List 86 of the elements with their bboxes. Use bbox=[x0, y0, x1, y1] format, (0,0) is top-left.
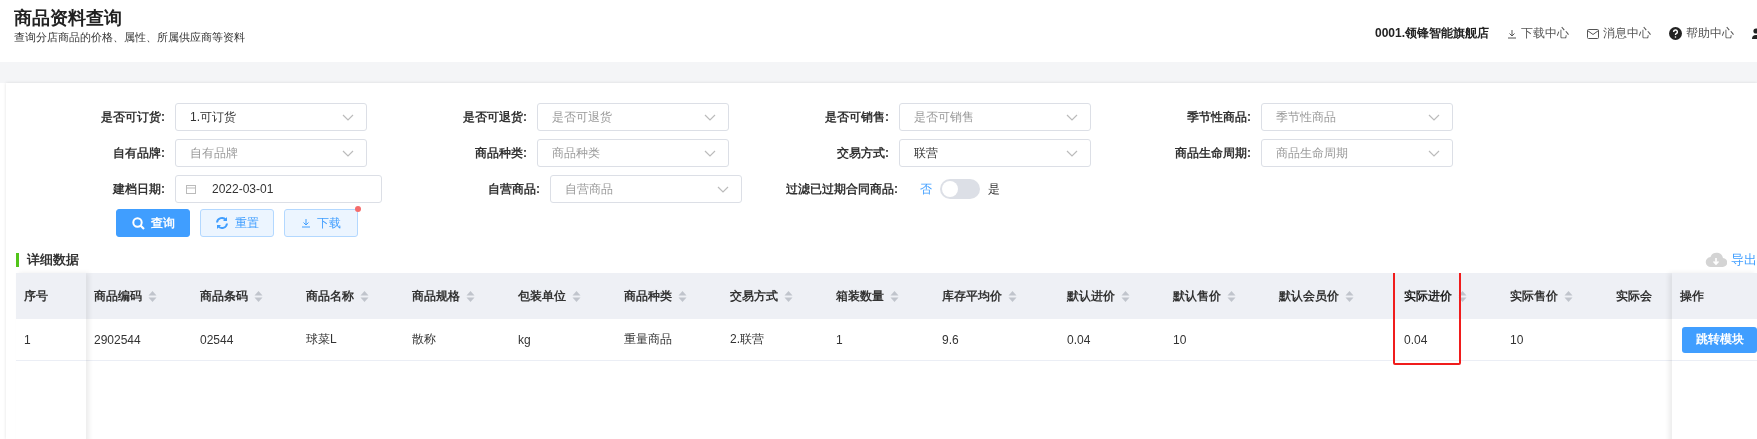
table-cell: 0.04 bbox=[1404, 332, 1428, 347]
filter-label: 过滤已过期合同商品: bbox=[785, 180, 898, 198]
cloud-download-icon bbox=[1705, 252, 1727, 268]
column-header[interactable]: 商品编码 bbox=[86, 273, 192, 319]
filter-label: 商品种类: bbox=[474, 144, 527, 162]
column-header[interactable]: 默认售价 bbox=[1165, 273, 1271, 319]
column-header[interactable]: 商品种类 bbox=[616, 273, 722, 319]
column-header[interactable]: 商品规格 bbox=[404, 273, 510, 319]
sort-icon bbox=[1227, 289, 1236, 303]
column-header[interactable]: 商品条码 bbox=[192, 273, 298, 319]
calendar-icon bbox=[186, 184, 196, 194]
table-cell: 球菜L bbox=[306, 331, 337, 348]
column-header: 序号 bbox=[16, 273, 86, 319]
download-icon bbox=[1507, 28, 1517, 39]
table-cell: 2902544 bbox=[94, 332, 141, 347]
chevron-down-icon bbox=[1066, 113, 1078, 121]
switch-label: 是 bbox=[988, 180, 1000, 198]
download-icon bbox=[301, 218, 311, 228]
table-cell: 1 bbox=[836, 332, 843, 347]
filter-label: 是否可销售: bbox=[824, 108, 889, 126]
chevron-down-icon bbox=[1428, 149, 1440, 157]
mail-icon bbox=[1587, 28, 1599, 39]
filter-label: 交易方式: bbox=[836, 144, 889, 162]
chevron-down-icon bbox=[717, 185, 729, 193]
table-cell: kg bbox=[518, 332, 531, 347]
chevron-down-icon bbox=[1066, 149, 1078, 157]
column-header[interactable]: 箱装数量 bbox=[828, 273, 934, 319]
store-name: 0001.领锋智能旗舰店 bbox=[1374, 25, 1489, 42]
table-cell: 散称 bbox=[412, 331, 436, 348]
date-field[interactable]: 2022-03-01 bbox=[175, 175, 382, 203]
column-header[interactable]: 库存平均价 bbox=[934, 273, 1059, 319]
sort-icon bbox=[360, 289, 369, 303]
column-header[interactable]: 默认会员价 bbox=[1271, 273, 1396, 319]
select-field[interactable]: 联营 bbox=[899, 139, 1091, 167]
header-link[interactable]: 下载中心 bbox=[1507, 25, 1569, 42]
table-cell: 2.联营 bbox=[730, 331, 764, 348]
filter-label: 自有品牌: bbox=[112, 144, 165, 162]
sort-icon bbox=[1345, 289, 1354, 303]
page-title: 商品资料查询 bbox=[14, 7, 123, 29]
sort-icon bbox=[678, 289, 687, 303]
filter-label: 季节性商品: bbox=[1186, 108, 1251, 126]
header-link[interactable]: 消息中心 bbox=[1587, 25, 1651, 42]
sort-icon bbox=[254, 289, 263, 303]
column-header[interactable]: 实际进价 bbox=[1396, 273, 1502, 319]
filter-label: 自营商品: bbox=[487, 180, 540, 198]
section-title: 详细数据 bbox=[16, 253, 79, 267]
table-cell: 9.6 bbox=[942, 332, 959, 347]
chevron-down-icon bbox=[342, 149, 354, 157]
chevron-down-icon bbox=[704, 113, 716, 121]
page-subtitle: 查询分店商品的价格、属性、所属供应商等资料 bbox=[14, 30, 245, 45]
select-field[interactable]: 1.可订货 bbox=[175, 103, 367, 131]
column-header[interactable]: 默认进价 bbox=[1059, 273, 1165, 319]
table-cell: 1 bbox=[24, 332, 31, 347]
sort-icon bbox=[890, 289, 899, 303]
column-header: 操作 bbox=[1672, 273, 1757, 319]
sort-icon bbox=[784, 289, 793, 303]
chevron-down-icon bbox=[342, 113, 354, 121]
column-header: 实际会 bbox=[1608, 273, 1672, 319]
sort-icon bbox=[466, 289, 475, 303]
filter-label: 建档日期: bbox=[111, 180, 165, 198]
sort-icon bbox=[1121, 289, 1130, 303]
column-header[interactable]: 实际售价 bbox=[1502, 273, 1608, 319]
table-cell: 10 bbox=[1173, 332, 1187, 347]
toggle-switch[interactable] bbox=[940, 179, 980, 199]
table-cell: 02544 bbox=[200, 332, 234, 347]
table-cell: 10 bbox=[1510, 332, 1524, 347]
table-cell: 0.04 bbox=[1067, 332, 1091, 347]
filter-label: 是否可退货: bbox=[462, 108, 527, 126]
sort-icon bbox=[148, 289, 157, 303]
header-link[interactable]: 帮助中心 bbox=[1669, 25, 1734, 42]
chevron-down-icon bbox=[704, 149, 716, 157]
chevron-down-icon bbox=[1428, 113, 1440, 121]
column-header[interactable]: 包装单位 bbox=[510, 273, 616, 319]
column-header[interactable]: 交易方式 bbox=[722, 273, 828, 319]
filter-label: 商品生命周期: bbox=[1174, 144, 1251, 162]
switch-label: 否 bbox=[920, 180, 932, 198]
filter-label: 是否可订货: bbox=[100, 108, 165, 126]
sort-icon bbox=[1008, 289, 1017, 303]
sort-icon bbox=[572, 289, 581, 303]
refresh-icon bbox=[215, 216, 229, 230]
column-header[interactable]: 商品名称 bbox=[298, 273, 404, 319]
sort-icon bbox=[1564, 289, 1573, 303]
sort-icon bbox=[1458, 289, 1467, 303]
search-icon bbox=[131, 216, 145, 230]
help-icon bbox=[1669, 27, 1682, 40]
table-cell: 重量商品 bbox=[624, 331, 672, 348]
